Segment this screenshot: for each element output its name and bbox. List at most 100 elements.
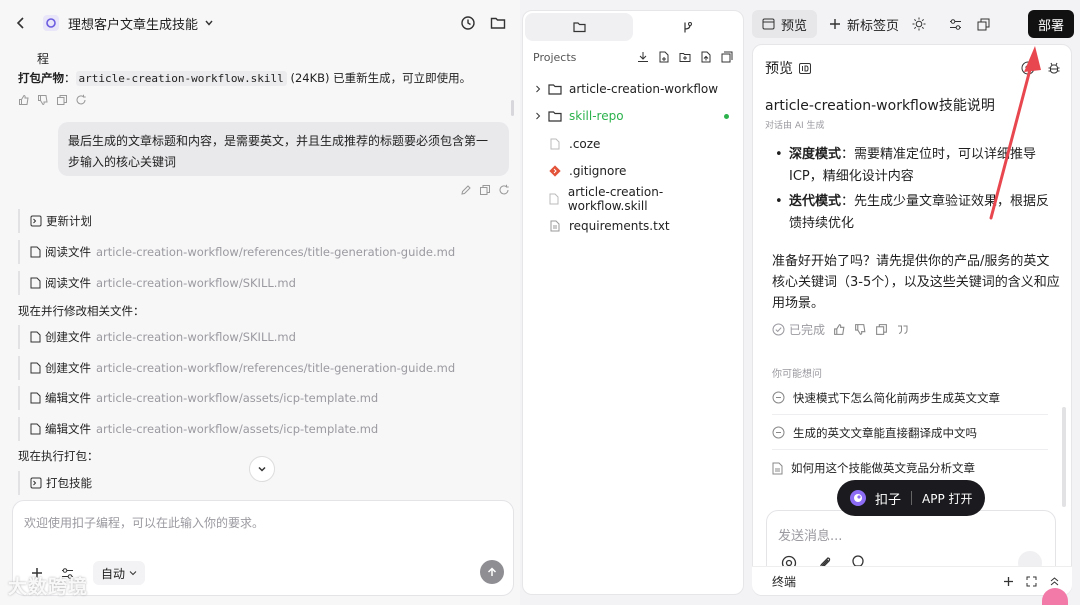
mode-select[interactable]: 自动 (93, 561, 146, 585)
step-pack-skill[interactable]: 打包技能 (18, 471, 92, 495)
tab-files[interactable] (525, 13, 633, 41)
thumbs-down-icon[interactable] (37, 94, 49, 106)
explorer-tabs: 14 (525, 13, 774, 41)
copy-icon[interactable] (479, 184, 491, 196)
file-icon (30, 392, 41, 404)
projects-label: Projects (533, 50, 577, 64)
app-window: { "header": {"title": "理想客户文章生成技能"}, "ch… (0, 0, 1080, 605)
new-file-icon[interactable] (658, 51, 670, 63)
step-path: article-creation-workflow/references/tit… (96, 361, 456, 375)
file-tree: article-creation-workflow skill-repo .co… (531, 75, 737, 240)
upload-file-icon[interactable] (700, 51, 712, 63)
text-fragment: 程 (37, 52, 50, 66)
step-label: 打包技能 (46, 476, 92, 490)
project-logo-icon (42, 14, 60, 32)
preview-panel: 预览 article-creation-workflow技能说明 对话由 AI … (752, 44, 1072, 596)
suggest-title: 你可能想问 (772, 369, 822, 380)
file-icon (30, 362, 41, 374)
step-create-file[interactable]: 创建文件 article-creation-workflow/SKILL.md (18, 325, 296, 349)
copy-icon[interactable] (875, 323, 888, 336)
message-placeholder[interactable]: 发送消息... (778, 525, 842, 544)
step-label: 创建文件 (45, 330, 91, 344)
user-msg-actions (460, 184, 510, 196)
theme-button[interactable] (905, 10, 933, 38)
tree-item-file[interactable]: article-creation-workflow.skill (531, 185, 737, 213)
scroll-down-button[interactable] (249, 456, 275, 482)
step-label: 创建文件 (45, 361, 91, 375)
tree-item-file[interactable]: .coze (531, 130, 737, 158)
folder-icon[interactable] (490, 15, 506, 31)
settings-button[interactable] (941, 10, 969, 38)
chevron-up-double-icon[interactable] (1049, 576, 1060, 587)
file-icon (30, 331, 41, 343)
step-path: article-creation-workflow/SKILL.md (96, 276, 296, 290)
file-icon (545, 193, 564, 205)
step-update-plan[interactable]: 更新计划 (18, 209, 92, 233)
new-tab-label: 新标签页 (847, 18, 900, 34)
suggestion-item[interactable]: 快速模式下怎么简化前两步生成英文文章 (772, 381, 1048, 415)
tab-git[interactable]: 14 (633, 13, 774, 41)
edit-icon[interactable] (460, 184, 472, 196)
thumbs-up-icon[interactable] (833, 323, 846, 336)
bullet-bold: 迭代模式 (789, 194, 842, 209)
status-done: 已完成 (789, 323, 826, 337)
suggestion-text: 快速模式下怎么简化前两步生成英文文章 (793, 390, 1000, 405)
plus-icon[interactable] (1003, 576, 1014, 587)
back-icon[interactable] (14, 16, 28, 30)
copy-icon[interactable] (56, 94, 68, 106)
sun-icon (912, 17, 926, 31)
preview-header: 预览 (765, 57, 1061, 79)
deploy-button[interactable]: 部署 (1027, 10, 1074, 38)
file-explorer: 14 Projects article-creation-workflow sk… (522, 10, 774, 595)
tree-item-file[interactable]: requirements.txt (531, 213, 737, 241)
chat-scrollbar[interactable] (511, 100, 514, 116)
terminal-label: 终端 (772, 574, 797, 589)
step-path: article-creation-workflow/assets/icp-tem… (96, 391, 379, 405)
step-read-file[interactable]: 阅读文件 article-creation-workflow/references… (18, 240, 455, 264)
chevron-down-icon[interactable] (204, 18, 214, 28)
open-app-banner[interactable]: 扣子 APP 打开 (837, 480, 985, 516)
sliders-icon (949, 18, 962, 31)
file-icon (30, 423, 41, 435)
collapse-icon[interactable] (721, 51, 733, 63)
upload-icon[interactable] (1021, 61, 1035, 75)
thumbs-down-icon[interactable] (854, 323, 867, 336)
projects-header: Projects (533, 47, 733, 67)
quote-icon[interactable] (896, 323, 909, 336)
expand-icon[interactable] (1026, 576, 1037, 587)
parallel-text: 现在并行修改相关文件： (18, 304, 145, 318)
window-button[interactable] (969, 10, 997, 38)
chat-panel: 理想客户文章生成技能 程 打包产物： article-creation-workf… (0, 0, 520, 605)
status-row: 已完成 (772, 321, 909, 338)
tree-item-folder[interactable]: article-creation-workflow (531, 75, 737, 103)
tab-preview[interactable]: 预览 (752, 10, 818, 38)
download-icon[interactable] (637, 51, 649, 63)
history-icon[interactable] (460, 15, 476, 31)
check-circle-icon (772, 323, 785, 336)
terminal-bar[interactable]: 终端 (752, 566, 1072, 595)
preview-scrollbar[interactable] (1062, 407, 1066, 507)
step-create-file[interactable]: 创建文件 article-creation-workflow/references… (18, 356, 455, 380)
doc-heading-block: article-creation-workflow技能说明 对话由 AI 生成 (765, 95, 1065, 131)
chat-input-placeholder[interactable]: 欢迎使用扣子编程，可以在此输入你的要求。 (24, 514, 264, 531)
tree-item-label: requirements.txt (569, 219, 670, 234)
file-icon (30, 277, 41, 289)
tree-item-label: .coze (569, 136, 601, 151)
project-title[interactable]: 理想客户文章生成技能 (68, 14, 198, 33)
new-tab-button[interactable]: 新标签页 (829, 15, 899, 34)
step-read-file[interactable]: 阅读文件 article-creation-workflow/SKILL.md (18, 271, 296, 295)
tree-item-file[interactable]: .gitignore (531, 158, 737, 186)
bug-icon[interactable] (1047, 61, 1061, 75)
mode-label: 自动 (101, 566, 126, 581)
new-folder-icon[interactable] (679, 51, 691, 63)
send-button[interactable] (480, 560, 504, 584)
regenerate-icon[interactable] (75, 94, 87, 106)
suggestion-item[interactable]: 生成的英文文章能直接翻译成中文吗 (772, 416, 1048, 450)
regenerate-icon[interactable] (498, 184, 510, 196)
step-edit-file[interactable]: 编辑文件 article-creation-workflow/assets/icp… (18, 386, 378, 410)
copy-window-icon (977, 18, 990, 31)
preview-title: 预览 (765, 61, 793, 77)
step-edit-file[interactable]: 编辑文件 article-creation-workflow/assets/icp… (18, 417, 378, 441)
thumbs-up-icon[interactable] (18, 94, 30, 106)
tree-item-folder[interactable]: skill-repo (531, 103, 737, 131)
